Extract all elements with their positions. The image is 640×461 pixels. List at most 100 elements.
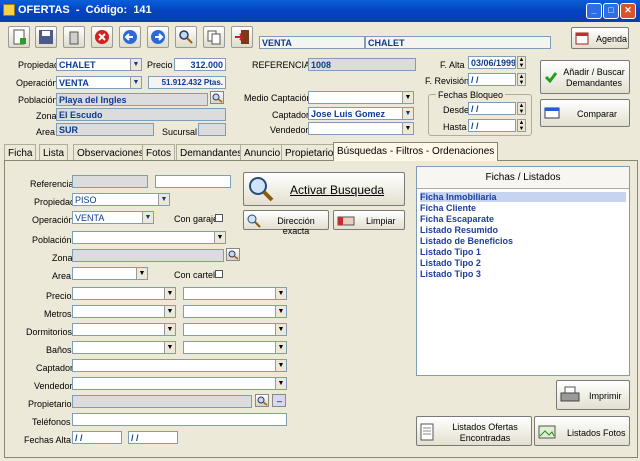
save-button[interactable] <box>35 26 57 48</box>
minimize-icon[interactable]: _ <box>586 3 602 19</box>
search-referencia-to-field[interactable] <box>155 175 231 188</box>
hasta-spinner[interactable]: ▲ ▼ <box>517 119 526 132</box>
direccion-exacta-button[interactable]: Dirección exacta <box>243 210 329 236</box>
tab-demandantes[interactable]: Demandantes <box>176 144 247 160</box>
activar-busqueda-button[interactable]: Activar Busqueda <box>243 172 405 206</box>
propietario-clear-button[interactable]: – <box>272 394 286 407</box>
search-icon <box>212 93 223 103</box>
anadir-demandantes-button[interactable]: Añadir / Buscar Demandantes <box>540 60 630 94</box>
propietario-search-button[interactable] <box>255 394 269 407</box>
desde-label: Desde <box>443 105 470 115</box>
chevron-down-icon: ▼ <box>275 342 286 353</box>
header-chalet-field: CHALET <box>365 36 551 49</box>
precio-max-select[interactable]: ▼ <box>183 287 287 300</box>
limpiar-button[interactable]: Limpiar <box>333 210 405 230</box>
falta-field[interactable]: 03/06/1999 <box>468 56 516 69</box>
fechas-alta-from-field[interactable]: / / <box>72 431 122 444</box>
agenda-label: Agenda <box>596 34 628 44</box>
search-captador-label: Captador <box>36 363 74 373</box>
cancel-button[interactable] <box>91 26 113 48</box>
fechas-bloqueo-label: Fechas Bloqueo <box>436 90 506 100</box>
window-title: OFERTAS <box>18 4 70 16</box>
banos-max-select[interactable]: ▼ <box>183 341 287 354</box>
arrow-right-icon <box>151 30 165 44</box>
exit-button[interactable] <box>231 26 253 48</box>
list-item[interactable]: Listado Tipo 1 <box>420 247 481 257</box>
list-item[interactable]: Listado de Beneficios <box>420 236 513 246</box>
search-poblacion-select[interactable]: ▼ <box>72 231 226 244</box>
poblacion-search-button[interactable] <box>210 91 224 104</box>
maximize-icon[interactable]: □ <box>603 3 619 19</box>
search-operacion-select[interactable]: VENTA ▼ <box>72 211 154 224</box>
dormitorios-max-select[interactable]: ▼ <box>183 323 287 336</box>
copy-button[interactable] <box>203 26 225 48</box>
propiedad-select[interactable]: CHALET ▼ <box>56 58 142 71</box>
printer-icon <box>560 386 580 402</box>
metros-min-select[interactable]: ▼ <box>72 305 176 318</box>
con-cartel-checkbox[interactable] <box>215 270 223 278</box>
desde-spinner[interactable]: ▲ ▼ <box>517 102 526 115</box>
fechas-alta-to-field[interactable]: / / <box>128 431 178 444</box>
metros-max-select[interactable]: ▼ <box>183 305 287 318</box>
hasta-field[interactable]: / / <box>468 119 516 132</box>
zona-search-button[interactable] <box>226 248 240 261</box>
tab-anuncio[interactable]: Anuncio <box>240 144 285 160</box>
tab-busquedas[interactable]: Búsquedas - Filtros - Ordenaciones <box>333 142 499 161</box>
list-item[interactable]: Listado Tipo 2 <box>420 258 481 268</box>
frevision-field[interactable]: / / <box>468 73 516 86</box>
anadir-label: Añadir / Buscar Demandantes <box>563 67 625 88</box>
captador-select[interactable]: Jose Luis Gomez ▼ <box>308 107 414 120</box>
con-garaje-label: Con garaje <box>174 214 219 224</box>
close-icon[interactable]: ✕ <box>620 3 636 19</box>
list-item[interactable]: Listado Resumido <box>420 225 498 235</box>
search-area-label: Area <box>52 271 72 281</box>
referencia-field: 1008 <box>308 58 416 71</box>
search-propiedad-select[interactable]: PISO ▼ <box>72 193 170 206</box>
chevron-down-icon: ▼ <box>164 324 175 335</box>
comparar-button[interactable]: Comparar <box>540 99 630 127</box>
precio-field[interactable]: 312.000 <box>174 58 226 71</box>
list-item[interactable]: Ficha Cliente <box>420 203 476 213</box>
arrow-left-icon <box>123 30 137 44</box>
tab-fotos[interactable]: Fotos <box>142 144 176 160</box>
medio-select[interactable]: ▼ <box>308 91 414 104</box>
tab-propietario[interactable]: Propietario <box>281 144 338 160</box>
listados-ofertas-button[interactable]: Listados Ofertas Encontradas <box>416 416 532 446</box>
dormitorios-min-select[interactable]: ▼ <box>72 323 176 336</box>
zona-field: El Escudo <box>56 108 226 121</box>
search-button[interactable] <box>175 26 197 48</box>
vendedor-select[interactable]: ▼ <box>308 122 414 135</box>
con-garaje-checkbox[interactable] <box>215 214 223 222</box>
previous-button[interactable] <box>119 26 141 48</box>
search-zona-field[interactable] <box>72 249 224 262</box>
listados-fotos-button[interactable]: Listados Fotos <box>534 416 630 446</box>
search-telefonos-field[interactable] <box>72 413 287 426</box>
desde-field[interactable]: / / <box>468 102 516 115</box>
search-propietario-field[interactable] <box>72 395 252 408</box>
next-button[interactable] <box>147 26 169 48</box>
falta-spinner[interactable]: ▲ ▼ <box>517 56 526 69</box>
new-record-button[interactable] <box>8 26 30 48</box>
agenda-button[interactable]: Agenda <box>571 27 629 49</box>
search-referencia-field[interactable] <box>72 175 148 188</box>
area-label: Area <box>36 127 56 137</box>
falta-label: F. Alta <box>440 60 465 70</box>
trash-button[interactable] <box>63 26 85 48</box>
code-label: Código: <box>85 4 128 16</box>
search-vendedor-select[interactable]: ▼ <box>72 377 287 390</box>
operacion-select[interactable]: VENTA ▼ <box>56 76 142 89</box>
tab-lista[interactable]: Lista <box>39 144 69 160</box>
fichas-listados-panel: Fichas / Listados Ficha Inmobiliaria Fic… <box>416 166 630 376</box>
tab-observaciones[interactable]: Observaciones <box>73 144 148 160</box>
banos-min-select[interactable]: ▼ <box>72 341 176 354</box>
chevron-down-icon: ▼ <box>402 123 413 134</box>
list-item[interactable]: Listado Tipo 3 <box>420 269 481 279</box>
list-item[interactable]: Ficha Inmobiliaria <box>420 192 626 202</box>
search-area-select[interactable]: ▼ <box>72 267 148 280</box>
imprimir-button[interactable]: Imprimir <box>556 380 630 410</box>
precio-min-select[interactable]: ▼ <box>72 287 176 300</box>
tab-ficha[interactable]: Ficha <box>4 144 37 160</box>
search-captador-select[interactable]: ▼ <box>72 359 287 372</box>
frevision-spinner[interactable]: ▲ ▼ <box>517 73 526 86</box>
list-item[interactable]: Ficha Escaparate <box>420 214 494 224</box>
